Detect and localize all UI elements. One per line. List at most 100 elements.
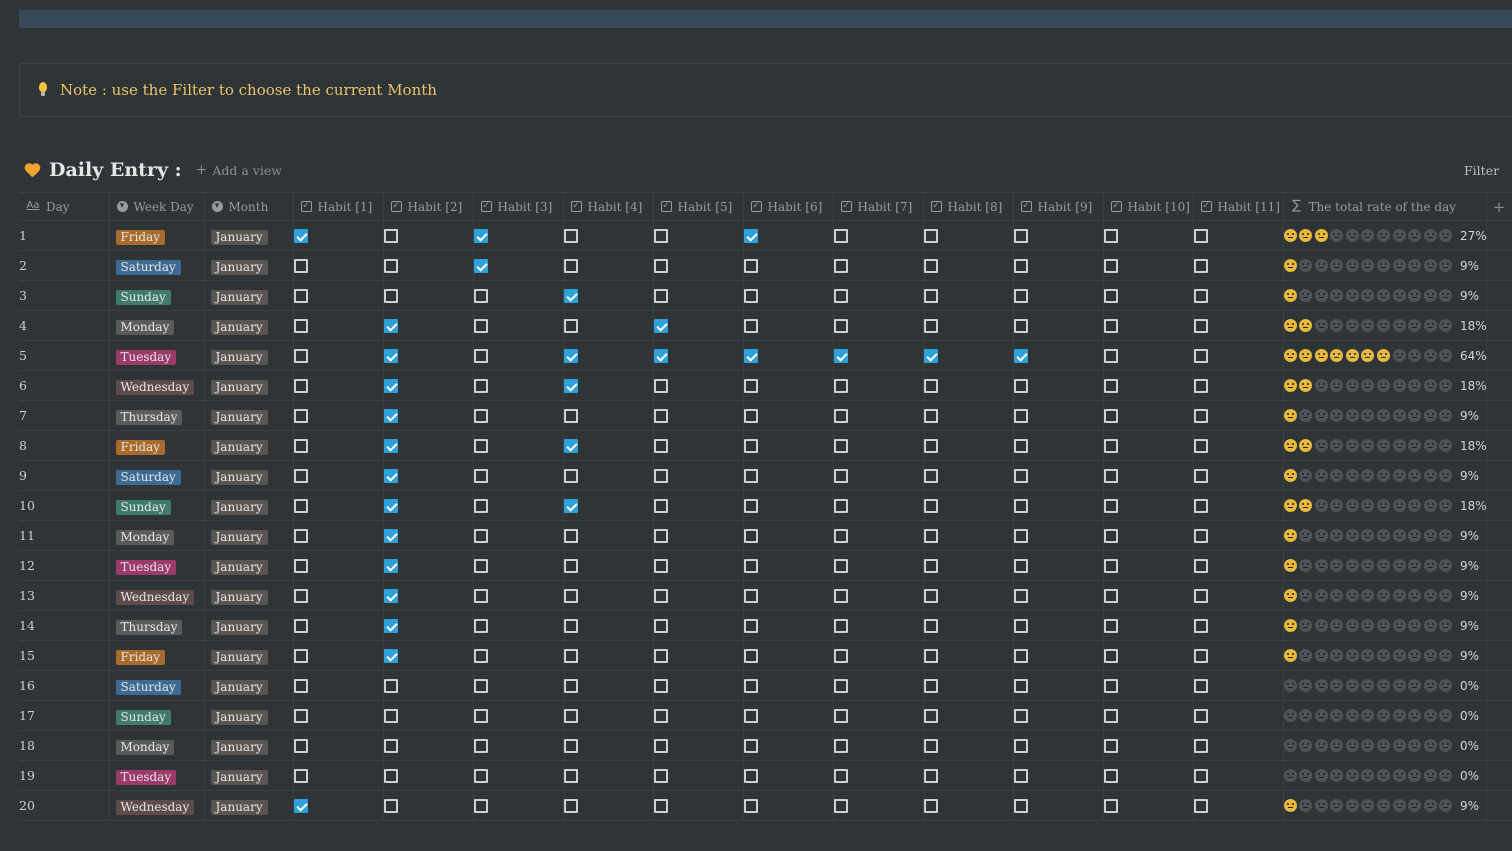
habit-checkbox[interactable]	[653, 738, 668, 753]
add-property-button[interactable]: +	[1486, 192, 1512, 221]
habit-checkbox[interactable]	[743, 588, 758, 603]
day-cell[interactable]: 16	[19, 670, 110, 701]
table-row[interactable]: 15 Friday January 9%	[19, 640, 1512, 671]
habit-checkbox[interactable]	[743, 738, 758, 753]
habit-checkbox[interactable]	[653, 318, 668, 333]
habit-checkbox[interactable]	[923, 378, 938, 393]
habit-checkbox[interactable]	[563, 618, 578, 633]
habit-checkbox[interactable]	[473, 408, 488, 423]
habit-checkbox[interactable]	[293, 588, 308, 603]
day-cell[interactable]: 8	[19, 430, 110, 461]
habit-checkbox[interactable]	[293, 408, 308, 423]
month-cell[interactable]: January	[204, 490, 294, 521]
table-row[interactable]: 5 Tuesday January 64%	[19, 340, 1512, 371]
habit-checkbox[interactable]	[1103, 528, 1118, 543]
habit-checkbox[interactable]	[1103, 708, 1118, 723]
week-day-cell[interactable]: Wednesday	[109, 790, 205, 821]
habit-checkbox[interactable]	[923, 678, 938, 693]
habit-checkbox[interactable]	[743, 468, 758, 483]
month-cell[interactable]: January	[204, 790, 294, 821]
habit-checkbox[interactable]	[1103, 498, 1118, 513]
habit-checkbox[interactable]	[743, 798, 758, 813]
habit-checkbox[interactable]	[653, 798, 668, 813]
table-row[interactable]: 2 Saturday January 9%	[19, 250, 1512, 281]
habit-checkbox[interactable]	[743, 318, 758, 333]
week-day-cell[interactable]: Thursday	[109, 400, 205, 431]
habit-checkbox[interactable]	[1013, 378, 1028, 393]
table-row[interactable]: 18 Monday January 0%	[19, 730, 1512, 761]
habit-checkbox[interactable]	[833, 288, 848, 303]
add-view-button[interactable]: + Add a view	[196, 162, 282, 178]
habit-checkbox[interactable]	[293, 618, 308, 633]
habit-checkbox[interactable]	[1013, 588, 1028, 603]
habit-checkbox[interactable]	[383, 408, 398, 423]
habit-checkbox[interactable]	[833, 528, 848, 543]
table-row[interactable]: 7 Thursday January 9%	[19, 400, 1512, 431]
habit-checkbox[interactable]	[1193, 318, 1208, 333]
habit-checkbox[interactable]	[1193, 228, 1208, 243]
habit-checkbox[interactable]	[293, 558, 308, 573]
habit-checkbox[interactable]	[833, 468, 848, 483]
habit-checkbox[interactable]	[1193, 258, 1208, 273]
habit-checkbox[interactable]	[1193, 348, 1208, 363]
week-day-cell[interactable]: Tuesday	[109, 760, 205, 791]
week-day-cell[interactable]: Thursday	[109, 610, 205, 641]
habit-checkbox[interactable]	[563, 798, 578, 813]
habit-checkbox[interactable]	[473, 318, 488, 333]
habit-checkbox[interactable]	[293, 438, 308, 453]
habit-checkbox[interactable]	[923, 648, 938, 663]
day-cell[interactable]: 14	[19, 610, 110, 641]
habit-checkbox[interactable]	[1193, 678, 1208, 693]
habit-checkbox[interactable]	[1013, 258, 1028, 273]
habit-checkbox[interactable]	[743, 708, 758, 723]
habit-checkbox[interactable]	[1013, 438, 1028, 453]
habit-checkbox[interactable]	[563, 558, 578, 573]
habit-checkbox[interactable]	[653, 348, 668, 363]
habit-checkbox[interactable]	[473, 648, 488, 663]
column-header-habit-10[interactable]: ✓ Habit [10]	[1103, 192, 1194, 221]
habit-checkbox[interactable]	[1013, 798, 1028, 813]
column-header-habit-8[interactable]: ✓ Habit [8]	[923, 192, 1014, 221]
habit-checkbox[interactable]	[1103, 258, 1118, 273]
habit-checkbox[interactable]	[743, 348, 758, 363]
day-cell[interactable]: 3	[19, 280, 110, 311]
habit-checkbox[interactable]	[1013, 768, 1028, 783]
week-day-cell[interactable]: Friday	[109, 430, 205, 461]
habit-checkbox[interactable]	[923, 318, 938, 333]
habit-checkbox[interactable]	[1103, 348, 1118, 363]
habit-checkbox[interactable]	[293, 468, 308, 483]
habit-checkbox[interactable]	[563, 348, 578, 363]
habit-checkbox[interactable]	[653, 648, 668, 663]
habit-checkbox[interactable]	[923, 258, 938, 273]
table-row[interactable]: 3 Sunday January 9%	[19, 280, 1512, 311]
habit-checkbox[interactable]	[1193, 708, 1208, 723]
habit-checkbox[interactable]	[473, 348, 488, 363]
habit-checkbox[interactable]	[383, 798, 398, 813]
habit-checkbox[interactable]	[383, 588, 398, 603]
habit-checkbox[interactable]	[1103, 288, 1118, 303]
habit-checkbox[interactable]	[653, 408, 668, 423]
habit-checkbox[interactable]	[383, 708, 398, 723]
month-cell[interactable]: January	[204, 580, 294, 611]
habit-checkbox[interactable]	[743, 528, 758, 543]
week-day-cell[interactable]: Tuesday	[109, 550, 205, 581]
column-header-habit-4[interactable]: ✓ Habit [4]	[563, 192, 654, 221]
habit-checkbox[interactable]	[1103, 318, 1118, 333]
habit-checkbox[interactable]	[743, 228, 758, 243]
habit-checkbox[interactable]	[833, 258, 848, 273]
habit-checkbox[interactable]	[923, 558, 938, 573]
habit-checkbox[interactable]	[653, 378, 668, 393]
month-cell[interactable]: January	[204, 700, 294, 731]
day-cell[interactable]: 6	[19, 370, 110, 401]
day-cell[interactable]: 1	[19, 220, 110, 251]
habit-checkbox[interactable]	[563, 738, 578, 753]
habit-checkbox[interactable]	[563, 258, 578, 273]
table-row[interactable]: 20 Wednesday January 9%	[19, 790, 1512, 821]
habit-checkbox[interactable]	[743, 648, 758, 663]
habit-checkbox[interactable]	[473, 258, 488, 273]
habit-checkbox[interactable]	[1013, 318, 1028, 333]
day-cell[interactable]: 9	[19, 460, 110, 491]
habit-checkbox[interactable]	[923, 708, 938, 723]
table-row[interactable]: 9 Saturday January 9%	[19, 460, 1512, 491]
day-cell[interactable]: 20	[19, 790, 110, 821]
